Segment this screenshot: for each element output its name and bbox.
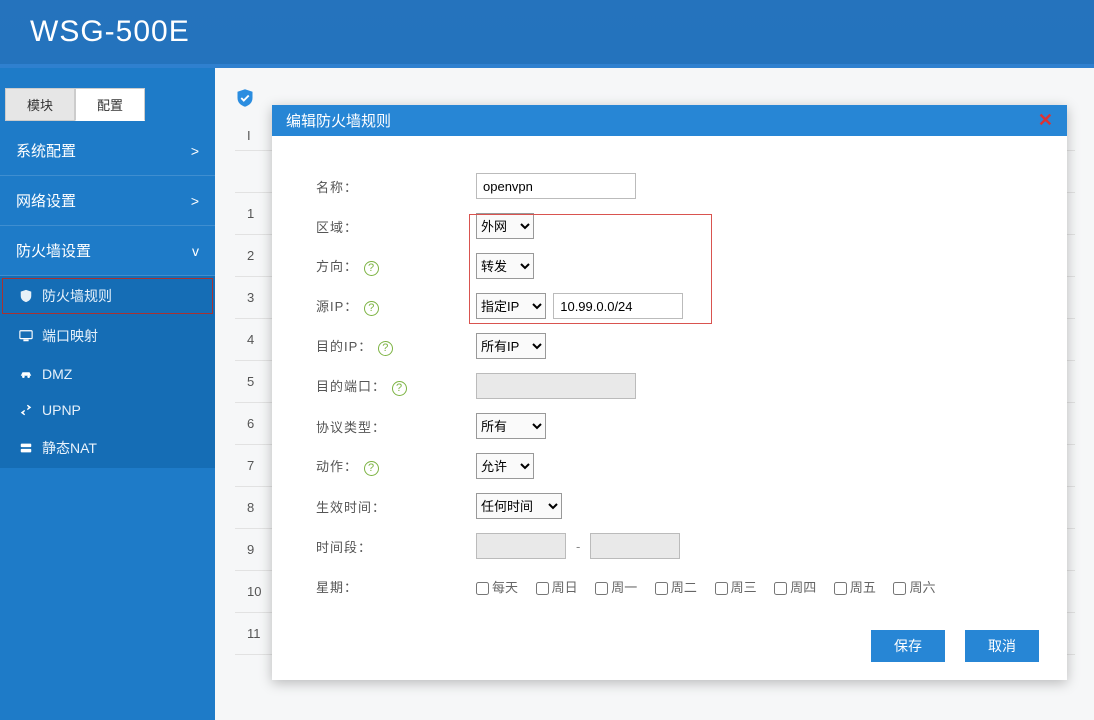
cb-wed[interactable]: [715, 582, 728, 595]
label-effective-time: 生效时间：: [316, 497, 476, 516]
dmz-icon: [18, 367, 34, 381]
weekday-group: 每天 周日 周一 周二 周三 周四 周五 周六: [476, 577, 950, 596]
protocol-select[interactable]: 所有: [476, 413, 546, 439]
zone-select[interactable]: 外网: [476, 213, 534, 239]
chevron-right-icon: >: [191, 143, 199, 159]
dstport-input: [476, 373, 636, 399]
firewall-submenu: 防火墙规则 端口映射 DMZ UPNP 静态NAT: [0, 276, 215, 468]
help-icon[interactable]: ?: [392, 381, 407, 396]
range-separator: -: [576, 539, 580, 554]
cb-tue[interactable]: [655, 582, 668, 595]
cb-mon[interactable]: [595, 582, 608, 595]
cancel-button[interactable]: 取消: [965, 630, 1039, 662]
label-direction: 方向：?: [316, 256, 476, 276]
cb-sun[interactable]: [536, 582, 549, 595]
label-time-range: 时间段：: [316, 537, 476, 556]
shield-icon: [18, 289, 34, 303]
dialog-title: 编辑防火墙规则: [286, 110, 391, 131]
nav-system-config[interactable]: 系统配置 >: [0, 126, 215, 176]
label-dstport: 目的端口：?: [316, 376, 476, 396]
effective-time-select[interactable]: 任何时间: [476, 493, 562, 519]
name-input[interactable]: [476, 173, 636, 199]
monitor-icon: [18, 329, 34, 343]
label-protocol: 协议类型：: [316, 417, 476, 436]
shield-check-icon: [235, 92, 255, 112]
sidebar-item-firewall-rules[interactable]: 防火墙规则: [0, 276, 215, 316]
label-zone: 区域：: [316, 217, 476, 236]
dialog-header: 编辑防火墙规则 ✕: [272, 105, 1067, 136]
close-icon[interactable]: ✕: [1038, 110, 1053, 131]
app-title: WSG-500E: [30, 15, 190, 49]
cb-fri[interactable]: [834, 582, 847, 595]
tab-module[interactable]: 模块: [5, 88, 75, 121]
action-select[interactable]: 允许: [476, 453, 534, 479]
help-icon[interactable]: ?: [364, 261, 379, 276]
help-icon[interactable]: ?: [378, 341, 393, 356]
sidebar: 模块 配置 系统配置 > 网络设置 > 防火墙设置 v 防火墙规则 端口映射: [0, 68, 215, 720]
srcip-mode-select[interactable]: 指定IP: [476, 293, 546, 319]
help-icon[interactable]: ?: [364, 461, 379, 476]
label-action: 动作：?: [316, 456, 476, 476]
edit-firewall-rule-dialog: 编辑防火墙规则 ✕ 名称： 区域： 外网 方向：? 转发 源IP：? 指定IP: [272, 105, 1067, 680]
label-srcip: 源IP：?: [316, 296, 476, 316]
time-from-input: [476, 533, 566, 559]
time-to-input: [590, 533, 680, 559]
label-dstip: 目的IP：?: [316, 336, 476, 356]
save-button[interactable]: 保存: [871, 630, 945, 662]
app-header: WSG-500E: [0, 0, 1094, 68]
cb-thu[interactable]: [774, 582, 787, 595]
swap-icon: [18, 403, 34, 417]
direction-select[interactable]: 转发: [476, 253, 534, 279]
chevron-down-icon: v: [192, 243, 199, 259]
sidebar-item-upnp[interactable]: UPNP: [0, 392, 215, 428]
nav-network-settings[interactable]: 网络设置 >: [0, 176, 215, 226]
label-name: 名称：: [316, 177, 476, 196]
nav-firewall-settings[interactable]: 防火墙设置 v: [0, 226, 215, 276]
disk-icon: [18, 441, 34, 455]
sidebar-item-dmz[interactable]: DMZ: [0, 356, 215, 392]
cb-everyday[interactable]: [476, 582, 489, 595]
help-icon[interactable]: ?: [364, 301, 379, 316]
label-weekday: 星期：: [316, 577, 476, 596]
tab-config[interactable]: 配置: [75, 88, 145, 121]
sidebar-item-port-mapping[interactable]: 端口映射: [0, 316, 215, 356]
sidebar-tabs: 模块 配置: [5, 88, 145, 121]
dstip-mode-select[interactable]: 所有IP: [476, 333, 546, 359]
srcip-input[interactable]: [553, 293, 683, 319]
chevron-right-icon: >: [191, 193, 199, 209]
cb-sat[interactable]: [893, 582, 906, 595]
sidebar-item-static-nat[interactable]: 静态NAT: [0, 428, 215, 468]
